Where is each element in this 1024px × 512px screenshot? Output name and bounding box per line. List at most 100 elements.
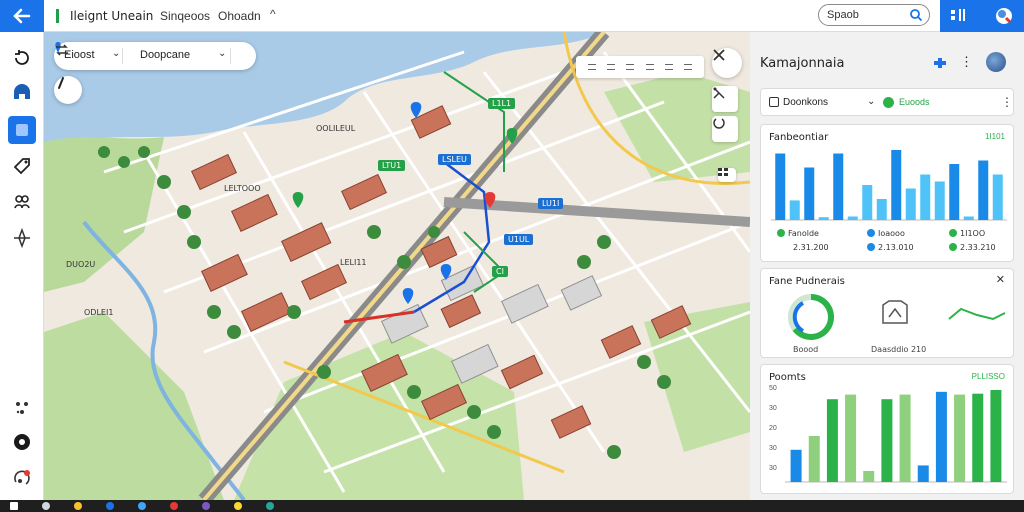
chart-bar[interactable] bbox=[775, 153, 786, 221]
bar-chart-1[interactable] bbox=[771, 147, 1007, 221]
map-view[interactable]: Eioost ⌄ Doopcane ⌄ L1L1 LTU1 CI LSLEU U… bbox=[44, 32, 750, 500]
grid-icon[interactable] bbox=[950, 8, 966, 22]
chart-bar[interactable] bbox=[949, 164, 960, 220]
dataset-select-row[interactable]: Doonkons ⌄ Euoods ⋮ bbox=[760, 88, 1014, 116]
rail-layers-button[interactable] bbox=[8, 80, 36, 108]
app-purple-icon[interactable] bbox=[202, 502, 210, 510]
map-label[interactable]: U1UL bbox=[504, 234, 534, 245]
search-taskbar-icon[interactable] bbox=[42, 502, 50, 510]
chart-bar[interactable] bbox=[881, 399, 893, 482]
more-vertical-icon[interactable]: ⋮ bbox=[1001, 95, 1013, 109]
divider bbox=[230, 48, 231, 64]
legend-label: Ioaooo bbox=[878, 229, 905, 238]
map-canvas[interactable] bbox=[44, 32, 750, 500]
rail-alert-button[interactable] bbox=[8, 464, 36, 492]
chart-bar[interactable] bbox=[972, 393, 984, 482]
avatar[interactable] bbox=[986, 52, 1006, 72]
bar-chart-2[interactable] bbox=[785, 387, 1007, 483]
map-label[interactable]: LU1I bbox=[538, 198, 564, 209]
chart-bar[interactable] bbox=[990, 390, 1002, 482]
chart-bar[interactable] bbox=[826, 399, 838, 482]
start-icon[interactable] bbox=[10, 502, 18, 510]
dataset-select[interactable]: Doonkons bbox=[783, 97, 828, 108]
gauges-close-icon[interactable]: ✕ bbox=[996, 273, 1005, 286]
mail-icon[interactable] bbox=[138, 502, 146, 510]
map-rotate-button[interactable] bbox=[712, 116, 738, 142]
legend-value: 2.13.010 bbox=[878, 243, 914, 252]
chart-bar[interactable] bbox=[935, 391, 947, 482]
chart-bar[interactable] bbox=[790, 449, 802, 482]
rail-refresh-button[interactable] bbox=[8, 44, 36, 72]
puzzle-icon[interactable] bbox=[932, 56, 948, 70]
back-arrow-icon bbox=[13, 8, 31, 24]
chart-bar[interactable] bbox=[833, 153, 844, 221]
gauge-caption: Boood bbox=[793, 345, 819, 354]
chart-bar[interactable] bbox=[992, 174, 1003, 221]
rail-record-button[interactable] bbox=[8, 428, 36, 456]
trend-line-icon bbox=[948, 307, 1006, 321]
browser-icon[interactable] bbox=[106, 502, 114, 510]
globe-icon[interactable] bbox=[994, 6, 1014, 26]
chart-bar[interactable] bbox=[963, 216, 974, 221]
map-place-label: DUO2U bbox=[66, 260, 96, 269]
search-box[interactable] bbox=[818, 4, 930, 26]
refresh-icon bbox=[15, 50, 29, 65]
back-button[interactable] bbox=[0, 0, 44, 32]
menu-caret-icon[interactable]: ^ bbox=[270, 7, 276, 21]
gauge-caption: Daasddio 210 bbox=[871, 345, 927, 354]
map-label[interactable]: L1L1 bbox=[488, 98, 516, 109]
chart-bar[interactable] bbox=[876, 199, 887, 220]
share-icon bbox=[16, 402, 28, 414]
legend-label: Fanolde bbox=[788, 229, 819, 238]
rail-tag-button[interactable] bbox=[8, 152, 36, 180]
chevron-down-icon[interactable]: ⌄ bbox=[218, 48, 226, 59]
map-mini-button[interactable] bbox=[718, 168, 736, 182]
menu-item-1[interactable]: Sinqeoos bbox=[160, 9, 210, 23]
rail-navigate-button[interactable] bbox=[8, 224, 36, 252]
map-label[interactable]: LTU1 bbox=[378, 160, 406, 171]
chart-bar[interactable] bbox=[862, 185, 873, 220]
chart-bar[interactable] bbox=[863, 470, 875, 482]
map-label[interactable]: CI bbox=[492, 266, 508, 277]
chart-bar[interactable] bbox=[899, 394, 911, 482]
search-icon[interactable] bbox=[909, 8, 923, 22]
search-input[interactable] bbox=[827, 8, 907, 22]
map-transform-button[interactable] bbox=[712, 86, 738, 112]
chart-bar[interactable] bbox=[847, 216, 858, 221]
map-label[interactable]: LSLEU bbox=[438, 154, 471, 165]
compass-button[interactable] bbox=[54, 76, 82, 104]
folder-icon[interactable] bbox=[74, 502, 82, 510]
chart-bar[interactable] bbox=[789, 200, 800, 220]
chart-bar[interactable] bbox=[934, 181, 945, 221]
map-scale-strip bbox=[576, 56, 704, 78]
app-teal-icon[interactable] bbox=[266, 502, 274, 510]
chart-bar[interactable] bbox=[808, 436, 820, 482]
app-red-icon[interactable] bbox=[170, 502, 178, 510]
app-yellow-icon[interactable] bbox=[234, 502, 242, 510]
chart-bar[interactable] bbox=[804, 167, 815, 221]
gauges-title: Fane Pudnerais bbox=[769, 276, 845, 287]
filter-select-2[interactable]: Doopcane bbox=[140, 49, 190, 61]
chevron-down-icon[interactable]: ⌄ bbox=[867, 96, 875, 107]
chart-bar[interactable] bbox=[905, 188, 916, 221]
chart-bar[interactable] bbox=[818, 217, 829, 220]
scale-segment bbox=[664, 64, 673, 70]
menu-item-2[interactable]: Ohoadn bbox=[218, 9, 261, 23]
map-close-button[interactable] bbox=[712, 48, 742, 78]
chart-bar[interactable] bbox=[891, 150, 902, 220]
chart-bar[interactable] bbox=[954, 394, 966, 482]
chart-bar[interactable] bbox=[917, 465, 929, 482]
y-tick-label: 30 bbox=[769, 465, 777, 472]
more-vertical-icon[interactable]: ⋮ bbox=[960, 54, 973, 70]
rail-people-button[interactable] bbox=[8, 188, 36, 216]
chart-bar[interactable] bbox=[978, 160, 989, 221]
chevron-down-icon[interactable]: ⌄ bbox=[112, 48, 120, 59]
scale-segment bbox=[626, 64, 635, 70]
rail-map-button[interactable] bbox=[8, 116, 36, 144]
rail-share-button[interactable] bbox=[8, 394, 36, 422]
scanner-icon bbox=[882, 300, 908, 324]
swap-icon[interactable] bbox=[54, 42, 70, 58]
map-filter-bar[interactable]: Eioost ⌄ Doopcane ⌄ bbox=[54, 42, 256, 70]
chart-bar[interactable] bbox=[920, 174, 931, 221]
chart-bar[interactable] bbox=[845, 394, 857, 482]
